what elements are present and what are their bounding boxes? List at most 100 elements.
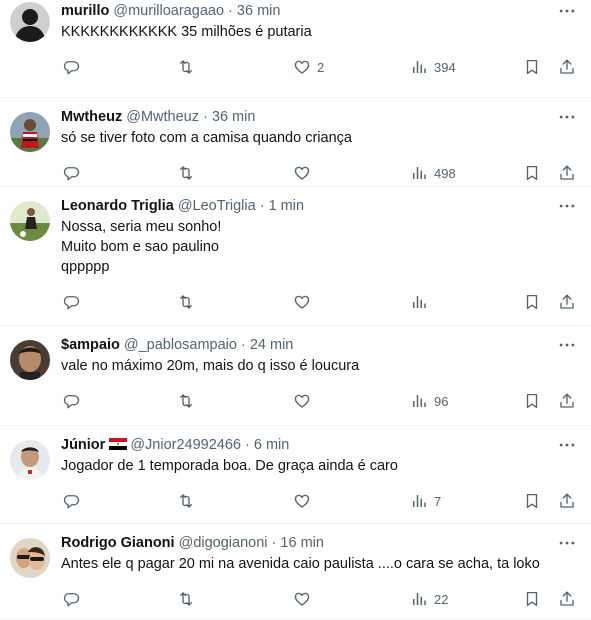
tweet-actions [0,291,591,313]
timestamp[interactable]: 36 min [212,109,256,125]
bookmark-button[interactable] [523,390,541,412]
more-icon[interactable] [555,197,579,215]
share-icon [558,392,576,410]
share-button[interactable] [558,588,576,610]
reply-button[interactable] [62,162,80,184]
user-handle[interactable]: @Mwtheuz [126,109,199,125]
reply-icon [62,58,80,76]
tweet-actions: 22 [0,588,591,610]
views-button[interactable]: 96 [410,390,448,412]
tweet-text: só se tiver foto com a camisa quando cri… [61,128,571,148]
display-name[interactable]: Rodrigo Gianoni [61,535,175,551]
like-button[interactable] [293,291,311,313]
retweet-button[interactable] [177,162,195,184]
heart-icon [293,293,311,311]
timestamp[interactable]: 36 min [237,3,281,19]
display-name[interactable]: Júnior [61,437,105,453]
bookmark-button[interactable] [523,291,541,313]
tweet-header: Rodrigo Gianoni @digogianoni · 16 min [61,534,551,552]
share-icon [558,58,576,76]
retweet-button[interactable] [177,390,195,412]
share-button[interactable] [558,390,576,412]
tweet-actions: 498 [0,162,591,184]
tweet[interactable]: Leonardo Triglia @LeoTriglia · 1 min Noss… [0,187,591,326]
reply-button[interactable] [62,390,80,412]
avatar[interactable] [10,2,50,42]
like-button[interactable] [293,588,311,610]
more-icon[interactable] [555,534,579,552]
share-button[interactable] [558,162,576,184]
view-count: 22 [434,591,449,607]
tweet[interactable]: Júnior @Jnior24992466 · 6 min Jogador de 1… [0,426,591,524]
like-button[interactable] [293,390,311,412]
retweet-button[interactable] [177,490,195,512]
heart-icon [293,492,311,510]
display-name[interactable]: murillo [61,3,109,19]
avatar[interactable] [10,440,50,480]
tweet-actions: 2 394 [0,56,591,78]
bookmark-button[interactable] [523,162,541,184]
share-icon [558,590,576,608]
bookmark-button[interactable] [523,56,541,78]
bookmark-icon [523,58,541,76]
views-icon [410,58,428,76]
reply-button[interactable] [62,490,80,512]
user-handle[interactable]: @Jnior24992466 [130,437,241,453]
tweet-header: Júnior @Jnior24992466 · 6 min [61,436,551,454]
user-handle[interactable]: @digogianoni [179,535,268,551]
views-button[interactable]: 394 [410,56,456,78]
views-button[interactable]: 22 [410,588,448,610]
tweet-text: Jogador de 1 temporada boa. De graça ain… [61,456,571,476]
reply-button[interactable] [62,56,80,78]
more-icon[interactable] [555,108,579,126]
retweet-button[interactable] [177,291,195,313]
tweet-text: Nossa, seria meu sonho! Muito bom e sao p… [61,217,571,277]
retweet-button[interactable] [177,588,195,610]
retweet-icon [177,392,195,410]
user-handle[interactable]: @murilloaragaao [113,3,224,19]
tweet[interactable]: Rodrigo Gianoni @digogianoni · 16 min Ant… [0,524,591,620]
like-button[interactable] [293,162,311,184]
retweet-icon [177,293,195,311]
reply-button[interactable] [62,588,80,610]
timestamp[interactable]: 16 min [280,535,324,551]
more-icon[interactable] [555,2,579,20]
like-button[interactable] [293,490,311,512]
avatar[interactable] [10,340,50,380]
reply-button[interactable] [62,291,80,313]
display-name[interactable]: Mwtheuz [61,109,122,125]
heart-icon [293,392,311,410]
views-button[interactable]: 498 [410,162,456,184]
tweet-text-line: Muito bom e sao paulino [61,239,219,255]
bookmark-button[interactable] [523,588,541,610]
share-button[interactable] [558,56,576,78]
like-button[interactable]: 2 [293,56,324,78]
more-icon[interactable] [555,336,579,354]
tweet-header: Leonardo Triglia @LeoTriglia · 1 min [61,197,551,215]
timestamp[interactable]: 6 min [254,437,289,453]
views-button[interactable]: 7 [410,490,441,512]
timestamp[interactable]: 1 min [269,198,304,214]
separator-dot: · [224,3,237,19]
tweet[interactable]: murillo @murilloaragaao · 36 min KKKKKKKK… [0,0,591,98]
display-name[interactable]: $ampaio [61,337,120,353]
user-handle[interactable]: @LeoTriglia [178,198,256,214]
share-button[interactable] [558,490,576,512]
tweet-text: vale no máximo 20m, mais do q isso é lou… [61,356,571,376]
timestamp[interactable]: 24 min [250,337,294,353]
tweet[interactable]: $ampaio @_pablosampaio · 24 min vale no m… [0,326,591,426]
tweet-text-line: Jogador de 1 temporada boa. De graça ain… [61,458,398,474]
avatar[interactable] [10,538,50,578]
share-button[interactable] [558,291,576,313]
avatar[interactable] [10,201,50,241]
user-handle[interactable]: @_pablosampaio [124,337,237,353]
display-name[interactable]: Leonardo Triglia [61,198,174,214]
views-button[interactable] [410,291,428,313]
retweet-button[interactable] [177,56,195,78]
bookmark-button[interactable] [523,490,541,512]
avatar[interactable] [10,112,50,152]
tweet[interactable]: Mwtheuz @Mwtheuz · 36 min só se tiver fot… [0,98,591,187]
tweet-text-line: KKKKKKKKKKKK 35 milhões é putaria [61,24,312,40]
separator-dot: · [199,109,212,125]
more-icon[interactable] [555,436,579,454]
